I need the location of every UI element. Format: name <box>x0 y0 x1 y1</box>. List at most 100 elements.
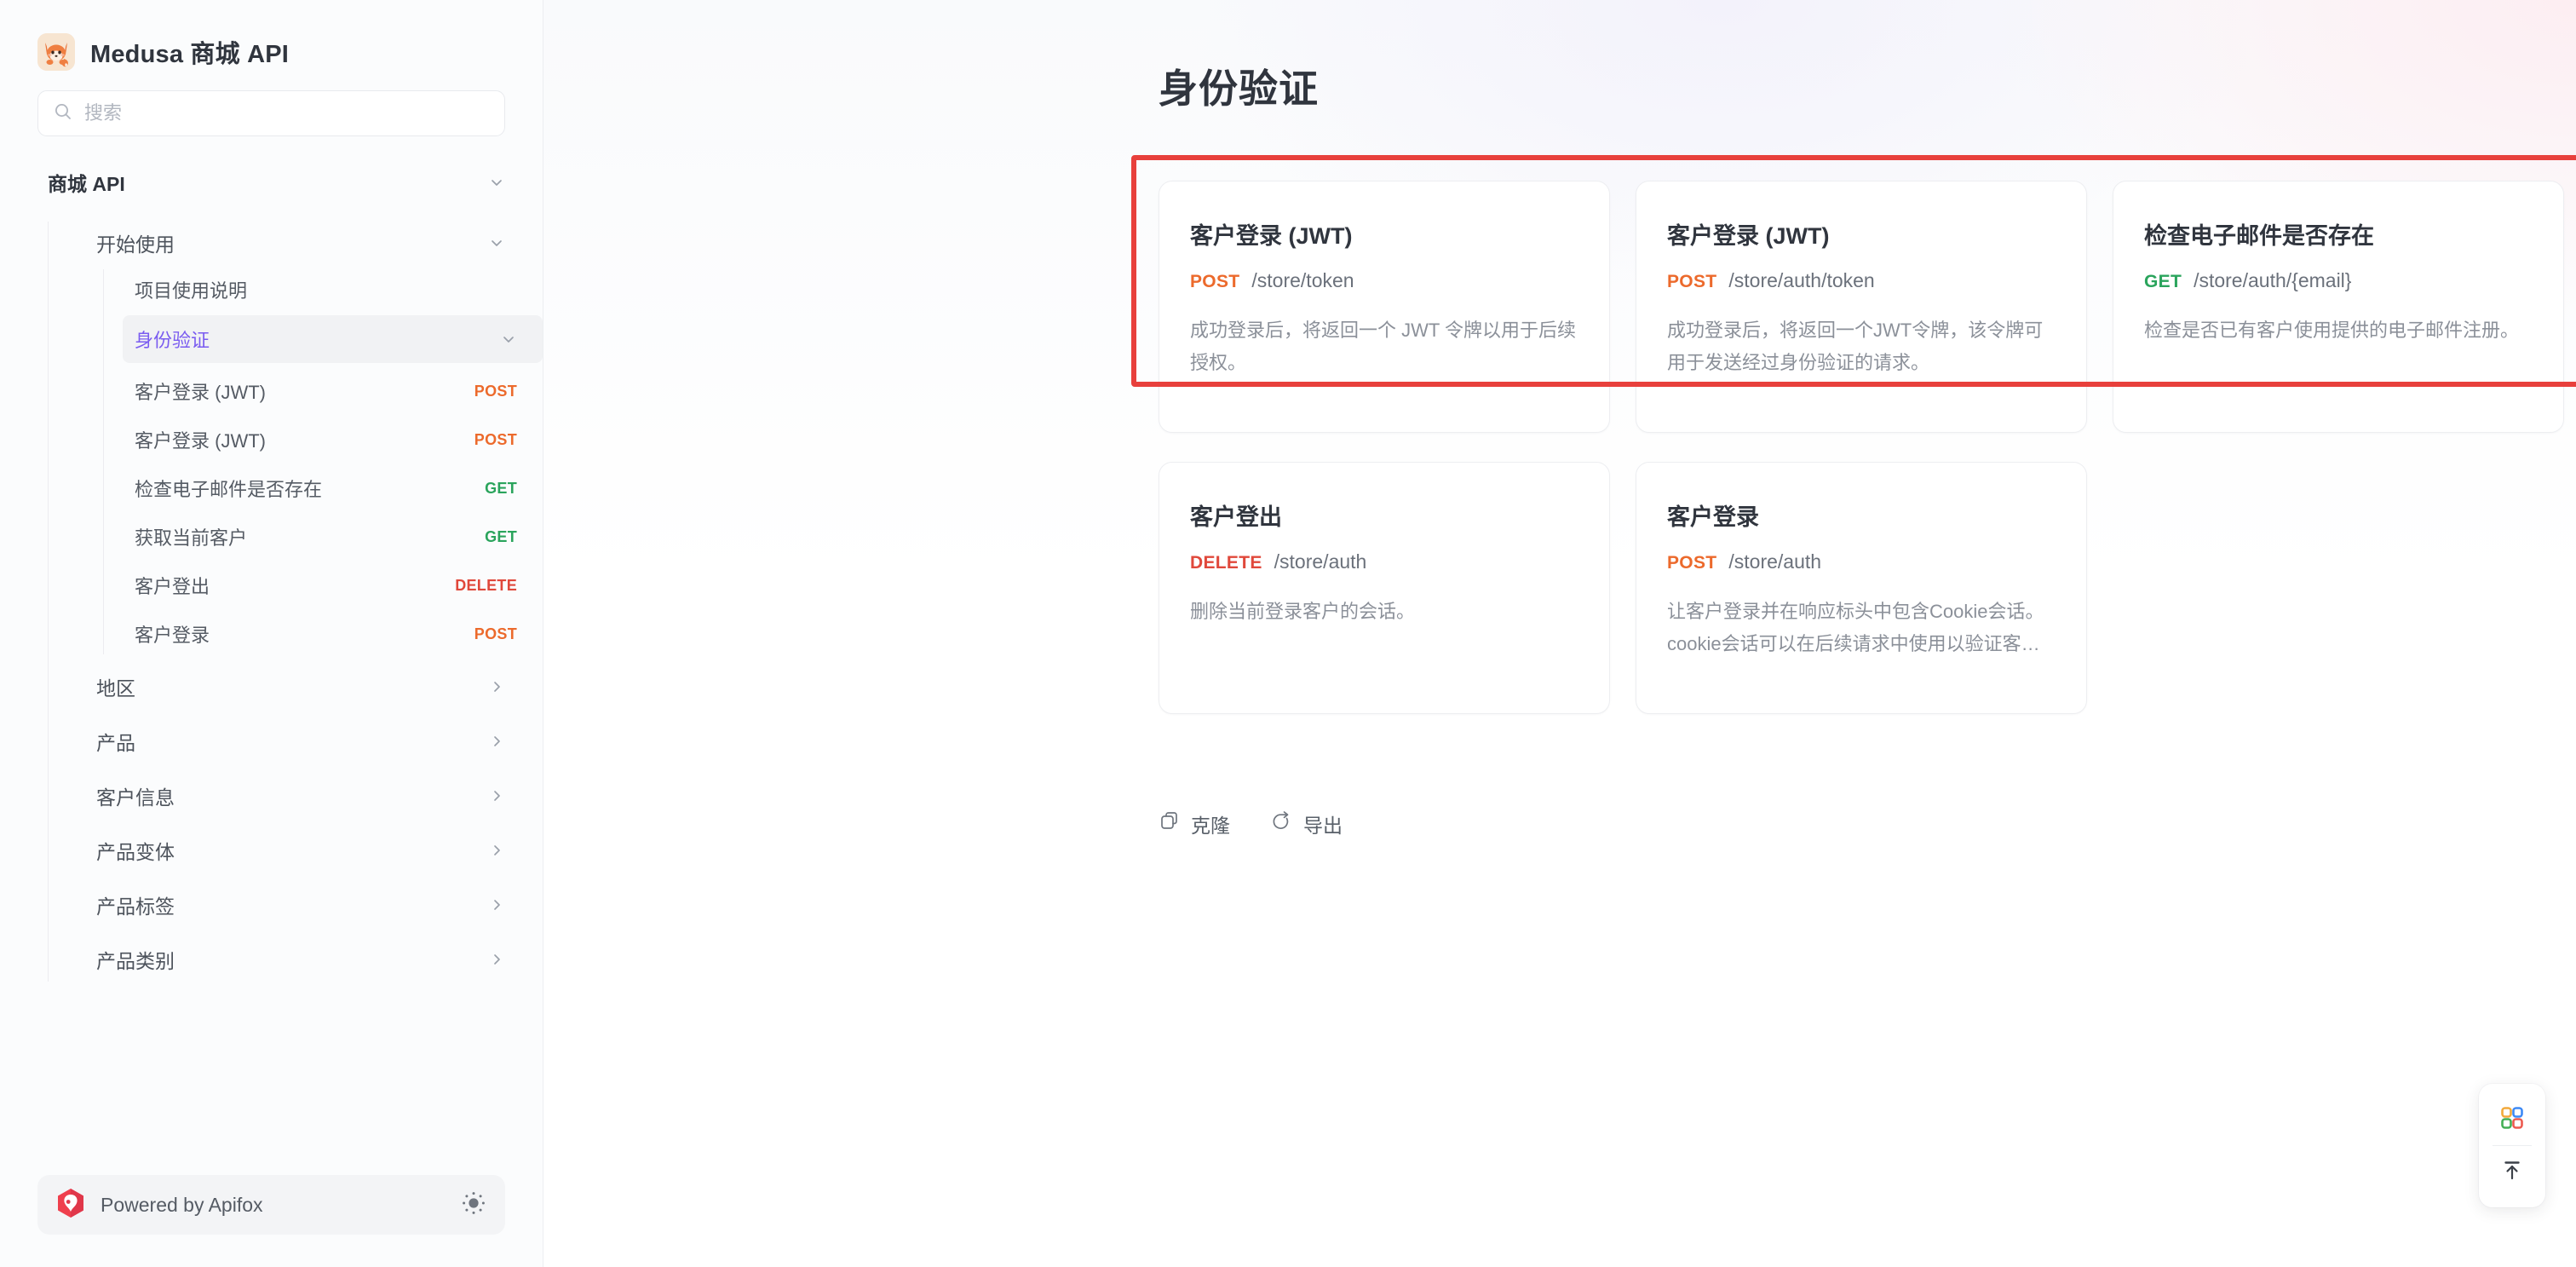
search-input[interactable] <box>84 102 489 124</box>
sidebar-endpoint-item[interactable]: 客户登出 DELETE <box>135 565 543 606</box>
powered-by-apifox[interactable]: Powered by Apifox <box>37 1175 505 1235</box>
endpoint-card[interactable]: 客户登录 (JWT) POST /store/token 成功登录后，将返回一个… <box>1159 181 1610 433</box>
sidebar-endpoint-label: 客户登录 (JWT) <box>135 426 266 453</box>
sidebar-item-label: 地区 <box>96 672 135 701</box>
sidebar-item-regions[interactable]: 地区 <box>96 665 543 709</box>
search-icon <box>54 102 72 125</box>
sidebar-header: Medusa 商城 API <box>0 0 543 82</box>
sidebar-subgroup: 项目使用说明 身份验证 客户登录 (JWT) POST <box>103 269 543 654</box>
share-export-icon <box>1271 810 1293 838</box>
sidebar-item-label: 产品类别 <box>96 945 175 974</box>
http-method-badge: DELETE <box>1190 553 1262 573</box>
sidebar-item-product-variants[interactable]: 产品变体 <box>96 828 543 873</box>
card-title: 客户登录 (JWT) <box>1667 217 2056 251</box>
sidebar-endpoint-item[interactable]: 检查电子邮件是否存在 GET <box>135 468 543 509</box>
card-description: 让客户登录并在响应标头中包含Cookie会话。cookie会话可以在后续请求中使… <box>1667 596 2056 660</box>
sidebar-root-label: 商城 API <box>48 168 125 197</box>
endpoint-path: /store/auth/token <box>1728 269 1874 292</box>
endpoint-card[interactable]: 客户登录 (JWT) POST /store/auth/token 成功登录后，… <box>1636 181 2087 433</box>
sidebar-footer: Powered by Apifox <box>0 1175 543 1267</box>
card-endpoint: POST /store/token <box>1190 269 1578 292</box>
card-endpoint: DELETE /store/auth <box>1190 550 1578 573</box>
endpoint-card[interactable]: 检查电子邮件是否存在 GET /store/auth/{email} 检查是否已… <box>2113 181 2564 433</box>
scroll-to-top-button[interactable] <box>2479 1146 2545 1197</box>
http-method-badge: GET <box>2144 272 2182 292</box>
chevron-right-icon[interactable] <box>488 678 505 695</box>
sidebar-endpoint-label: 客户登出 <box>135 572 210 599</box>
apifox-label: Powered by Apifox <box>101 1194 446 1217</box>
http-method-badge: POST <box>1667 272 1716 292</box>
four-squares-grid-icon <box>2499 1105 2525 1135</box>
endpoint-path: /store/token <box>1251 269 1354 292</box>
sidebar-item-label: 客户信息 <box>96 781 175 810</box>
sidebar-endpoint-label: 客户登录 <box>135 620 210 648</box>
sidebar-item-product-categories[interactable]: 产品类别 <box>96 937 543 982</box>
card-endpoint: POST /store/auth <box>1667 550 2056 573</box>
sidebar-item-customers[interactable]: 客户信息 <box>96 774 543 818</box>
card-endpoint: GET /store/auth/{email} <box>2144 269 2533 292</box>
main-content: 身份验证 客户登录 (JWT) POST /store/token 成功登录后，… <box>543 0 2576 1267</box>
sidebar-endpoint-label: 获取当前客户 <box>135 523 247 550</box>
clone-label: 克隆 <box>1191 809 1230 838</box>
sidebar-item-project-readme[interactable]: 项目使用说明 <box>135 269 543 310</box>
chevron-right-icon[interactable] <box>488 787 505 804</box>
http-method-badge: POST <box>474 431 517 449</box>
sidebar-item-label: 产品 <box>96 727 135 756</box>
sidebar-category-list: 地区 产品 客户信息 <box>96 665 543 982</box>
http-method-badge: POST <box>1667 553 1716 573</box>
fox-avatar-icon <box>37 33 75 71</box>
card-title: 客户登出 <box>1190 498 1578 532</box>
http-method-badge: POST <box>474 383 517 400</box>
sidebar-endpoint-label: 客户登录 (JWT) <box>135 377 266 405</box>
sidebar-endpoint-label: 检查电子邮件是否存在 <box>135 475 322 502</box>
endpoint-path: /store/auth <box>1274 550 1367 573</box>
sidebar: Medusa 商城 API 商城 API <box>0 0 543 1267</box>
sidebar-item-store-api[interactable]: 商城 API <box>0 162 543 203</box>
sidebar-endpoint-item[interactable]: 客户登录 (JWT) POST <box>135 419 543 460</box>
sidebar-item-label: 项目使用说明 <box>135 276 247 303</box>
sidebar-item-label: 身份验证 <box>135 325 210 353</box>
sidebar-endpoint-item[interactable]: 客户登录 POST <box>135 613 543 654</box>
http-method-badge: POST <box>1190 272 1239 292</box>
endpoint-card[interactable]: 客户登录 POST /store/auth 让客户登录并在响应标头中包含Cook… <box>1636 462 2087 714</box>
copy-icon <box>1159 810 1181 838</box>
scroll-to-top-icon <box>2499 1157 2525 1187</box>
card-endpoint: POST /store/auth/token <box>1667 269 2056 292</box>
endpoint-card[interactable]: 客户登出 DELETE /store/auth 删除当前登录客户的会话。 <box>1159 462 1610 714</box>
sidebar-group-getting-started: 开始使用 项目使用说明 身份验证 <box>48 222 543 982</box>
export-label: 导出 <box>1303 809 1343 838</box>
sidebar-endpoint-list: 客户登录 (JWT) POST 客户登录 (JWT) POST 检查电子邮件是否… <box>135 371 543 654</box>
card-description: 删除当前登录客户的会话。 <box>1190 596 1578 628</box>
http-method-badge: DELETE <box>455 577 517 595</box>
chevron-down-icon[interactable] <box>500 331 517 348</box>
sidebar-item-label: 产品标签 <box>96 890 175 919</box>
apifox-hex-logo-icon <box>56 1188 85 1223</box>
sidebar-endpoint-item[interactable]: 获取当前客户 GET <box>135 516 543 557</box>
sidebar-item-product-tags[interactable]: 产品标签 <box>96 883 543 927</box>
sidebar-item-products[interactable]: 产品 <box>96 719 543 763</box>
clone-button[interactable]: 克隆 <box>1159 809 1230 838</box>
chevron-down-icon[interactable] <box>488 234 505 251</box>
floating-toolbar <box>2479 1084 2545 1207</box>
card-title: 检查电子邮件是否存在 <box>2144 217 2533 251</box>
endpoint-path: /store/auth <box>1728 550 1821 573</box>
project-title: Medusa 商城 API <box>90 34 289 70</box>
chevron-right-icon[interactable] <box>488 951 505 968</box>
card-description: 检查是否已有客户使用提供的电子邮件注册。 <box>2144 314 2533 347</box>
sidebar-nav[interactable]: 商城 API 开始使用 <box>0 136 543 1175</box>
search-box[interactable] <box>37 90 505 136</box>
export-button[interactable]: 导出 <box>1271 809 1343 838</box>
chevron-down-icon[interactable] <box>488 174 505 191</box>
chevron-right-icon[interactable] <box>488 896 505 913</box>
sidebar-endpoint-item[interactable]: 客户登录 (JWT) POST <box>135 371 543 412</box>
apps-grid-button[interactable] <box>2479 1094 2545 1145</box>
http-method-badge: POST <box>474 625 517 643</box>
page-title: 身份验证 <box>1159 58 1319 114</box>
chevron-right-icon[interactable] <box>488 842 505 859</box>
sidebar-item-authentication[interactable]: 身份验证 <box>123 315 543 363</box>
sidebar-item-getting-started[interactable]: 开始使用 <box>96 222 543 264</box>
action-bar: 克隆 导出 <box>1159 809 1343 838</box>
sidebar-item-label: 开始使用 <box>96 228 175 257</box>
sun-icon[interactable] <box>461 1190 486 1220</box>
chevron-right-icon[interactable] <box>488 733 505 750</box>
